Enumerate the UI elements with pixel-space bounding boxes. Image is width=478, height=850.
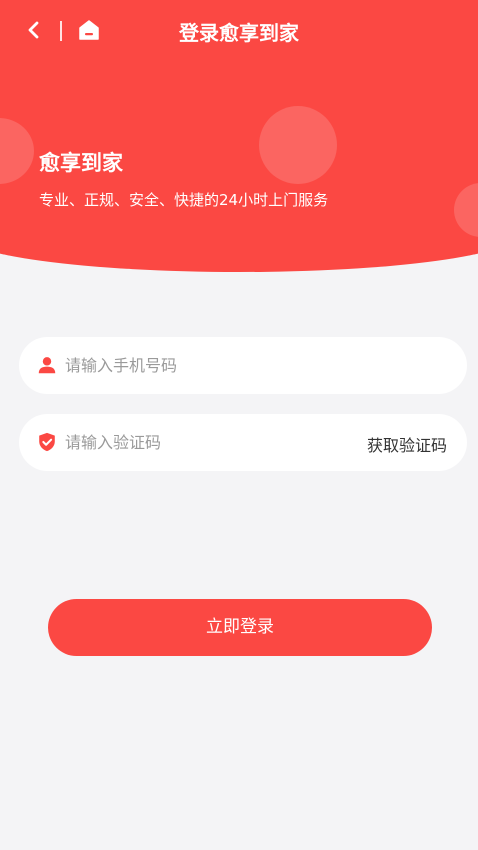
brand-title: 愈享到家 [39,151,123,175]
brand-subtitle: 专业、正规、安全、快捷的24小时上门服务 [39,191,329,209]
decor-bubble [0,118,34,184]
page-title: 登录愈享到家 [179,21,299,45]
shield-check-icon [39,432,55,452]
code-input[interactable] [65,414,365,471]
code-field: 获取验证码 [19,414,467,471]
phone-input[interactable] [65,337,365,394]
login-button[interactable]: 立即登录 [48,599,432,656]
decor-bubble [454,183,478,237]
decor-bubble [259,106,337,184]
get-code-button[interactable]: 获取验证码 [367,432,447,456]
user-icon [38,357,56,374]
login-page: 登录愈享到家 愈享到家 专业、正规、安全、快捷的24小时上门服务 获取验证码 立… [0,0,478,850]
nav-bar: 登录愈享到家 [0,0,478,60]
phone-field [19,337,467,394]
